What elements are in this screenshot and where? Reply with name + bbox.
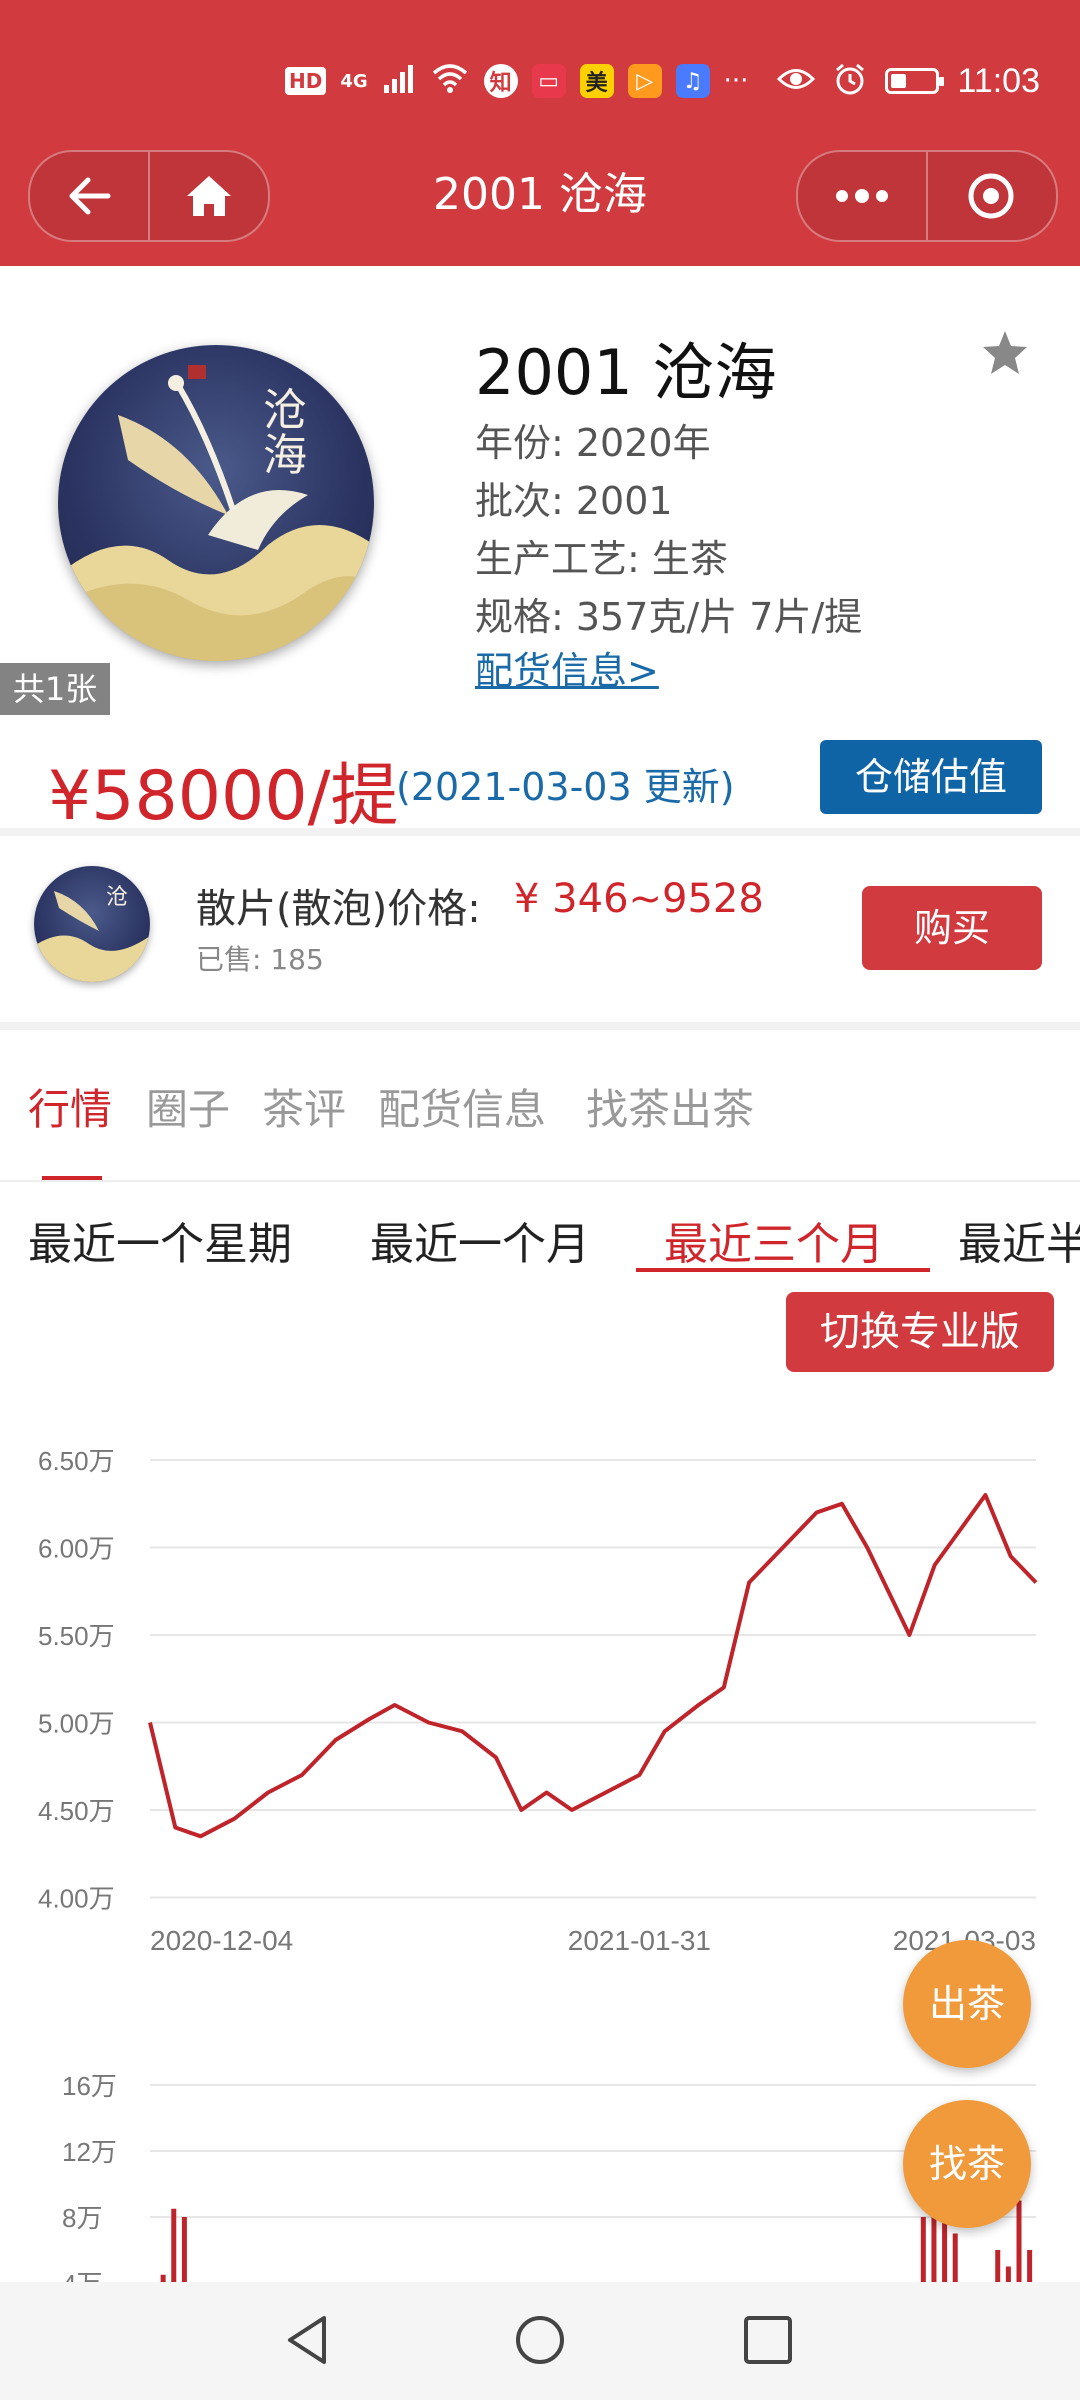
meituan-app-icon: 美 — [579, 64, 614, 98]
distribution-info-link[interactable]: 配货信息> — [475, 640, 659, 695]
sell-tea-fab[interactable]: 出茶 — [903, 1940, 1031, 2068]
find-tea-fab[interactable]: 找茶 — [903, 2100, 1031, 2228]
svg-text:沧: 沧 — [106, 885, 128, 910]
status-bar-left: HD 4G 知 ▭ 美 ▷ ♫ ··· — [285, 58, 748, 104]
tea-cake-artwork: 沧 海 — [58, 365, 374, 661]
active-range-indicator — [636, 1268, 930, 1272]
switch-pro-button[interactable]: 切换专业版 — [786, 1292, 1054, 1372]
volume-bar — [1005, 2266, 1011, 2282]
hd-indicator: HD — [285, 67, 327, 95]
volume-bar — [1027, 2250, 1033, 2282]
signal-icon — [382, 63, 416, 100]
volume-bar — [952, 2233, 958, 2282]
tab-distribution[interactable]: 配货信息 — [378, 1076, 546, 1137]
loose-tea-thumbnail: 沧 — [34, 866, 150, 982]
volume-bar — [1016, 2200, 1022, 2282]
y-tick-label: 4.50万 — [38, 1796, 115, 1826]
zhihu-app-icon: 知 — [483, 64, 518, 98]
status-time: 11:03 — [957, 61, 1040, 100]
volume-bar — [171, 2208, 177, 2282]
tab-reviews[interactable]: 茶评 — [262, 1076, 346, 1137]
battery-icon — [885, 68, 945, 94]
y-tick-label: 5.00万 — [38, 1709, 115, 1739]
target-circle-icon — [968, 173, 1014, 219]
x-tick-label: 2021-01-31 — [568, 1925, 711, 1956]
range-half-year[interactable]: 最近半 — [958, 1208, 1080, 1272]
volume-bar — [181, 2217, 187, 2282]
y-tick-label: 6.50万 — [38, 1446, 115, 1476]
more-notifications-icon: ··· — [723, 66, 749, 96]
section-divider — [0, 1022, 1080, 1030]
price-line — [148, 1493, 1038, 1839]
attr-spec: 规格: 357克/片 7片/提 — [475, 595, 863, 639]
svg-text:海: 海 — [263, 430, 307, 481]
video-app-icon: ▷ — [627, 64, 662, 98]
reader-app-icon: ▭ — [531, 64, 566, 98]
product-image[interactable]: 沧 海 — [58, 345, 374, 661]
loose-price-range: ¥ 346~9528 — [514, 876, 764, 922]
alarm-icon — [833, 62, 867, 100]
tab-find-sell[interactable]: 找茶出茶 — [586, 1076, 754, 1137]
system-home-icon[interactable] — [512, 2312, 568, 2368]
system-recents-icon[interactable] — [742, 2314, 794, 2366]
storage-valuation-button[interactable]: 仓储估值 — [820, 740, 1042, 814]
range-month[interactable]: 最近一个月 — [370, 1208, 590, 1272]
tabs-border — [0, 1180, 1080, 1182]
sold-count: 已售: 185 — [196, 943, 324, 976]
volume-bar — [160, 2274, 166, 2282]
network-type: 4G — [340, 70, 368, 92]
system-nav-bar — [0, 2282, 1080, 2400]
system-back-icon[interactable] — [280, 2312, 336, 2368]
eye-icon — [777, 64, 816, 98]
volume-bar — [995, 2250, 1001, 2282]
range-week[interactable]: 最近一个星期 — [28, 1208, 292, 1272]
wifi-icon — [430, 63, 470, 100]
range-three-months[interactable]: 最近三个月 — [664, 1208, 884, 1272]
y-tick-label: 4.00万 — [38, 1884, 115, 1914]
capsule-menu — [796, 150, 1058, 242]
tab-circle[interactable]: 圈子 — [146, 1076, 230, 1137]
close-miniprogram-button[interactable] — [928, 152, 1054, 240]
image-count-badge: 共1张 — [0, 663, 110, 715]
attr-year: 年份: 2020年 — [475, 421, 711, 465]
status-bar-right: 11:03 — [777, 58, 1040, 104]
svg-text:沧: 沧 — [263, 385, 307, 436]
attr-batch: 批次: 2001 — [475, 479, 673, 523]
y-tick-label: 8万 — [62, 2203, 102, 2233]
y-tick-label: 6.00万 — [38, 1534, 115, 1564]
tab-market[interactable]: 行情 — [28, 1076, 112, 1137]
price-update-date: (2021-03-03 更新) — [396, 765, 735, 809]
x-tick-label: 2020-12-04 — [150, 1925, 293, 1956]
section-divider — [0, 828, 1080, 836]
attr-process: 生产工艺: 生茶 — [475, 537, 728, 581]
y-tick-label: 12万 — [62, 2137, 117, 2167]
favorite-star-icon[interactable] — [980, 328, 1030, 378]
loose-price-label: 散片(散泡)价格: — [196, 886, 481, 932]
more-menu-button[interactable] — [798, 152, 926, 240]
y-tick-label: 16万 — [62, 2071, 117, 2101]
price-line-chart: 6.50万 6.00万 5.50万 5.00万 4.50万 4.00万 2020-12-04… — [38, 1446, 1038, 1956]
volume-bar — [920, 2217, 926, 2282]
music-app-icon: ♫ — [675, 64, 710, 98]
more-dots-icon — [836, 189, 888, 203]
product-name: 2001 沧海 — [475, 336, 777, 409]
loose-tea-artwork: 沧 — [34, 885, 150, 982]
active-tab-indicator — [42, 1176, 102, 1180]
y-tick-label: 5.50万 — [38, 1621, 115, 1651]
buy-button[interactable]: 购买 — [862, 886, 1042, 970]
product-price: ¥58000/提 — [48, 757, 399, 836]
y-tick-label: 4万 — [62, 2269, 102, 2282]
